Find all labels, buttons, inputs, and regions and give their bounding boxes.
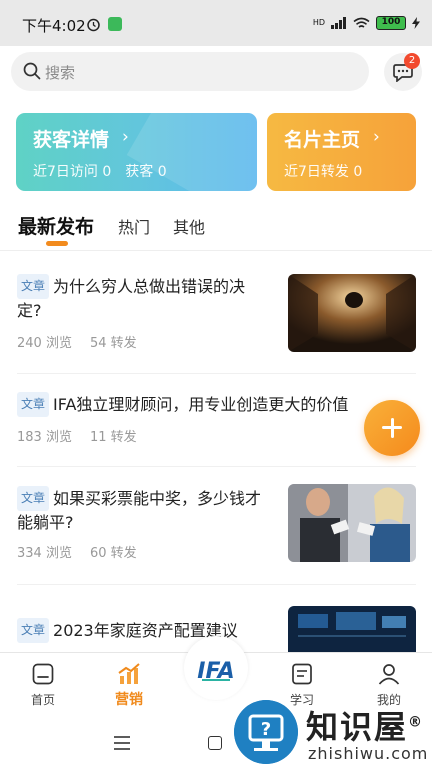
charging-icon [412, 17, 420, 29]
profile-card-title: 名片主页 [284, 129, 361, 151]
view-count: 334 浏览 [17, 546, 72, 561]
article-tag: 文章 [17, 486, 50, 511]
article-title-line: 如果买彩票能中奖，多少钱才 [53, 489, 262, 508]
home-square-icon[interactable] [208, 736, 222, 750]
profile-card-stats: 近7日转发 0 [284, 164, 363, 180]
leads-card-stats: 近7日访问 0 获客 0 [33, 164, 167, 180]
article-title-line: 定? [17, 301, 42, 320]
add-button[interactable] [364, 400, 420, 456]
article-title-line: 能躺平? [17, 513, 74, 532]
share-count: 11 转发 [89, 430, 137, 445]
search-input[interactable]: 搜索 [11, 52, 369, 91]
ifa-logo-icon: IFA [197, 659, 234, 684]
status-indicators: HD 100 [313, 16, 420, 30]
tab-indicator [46, 241, 68, 246]
article-title: 文章 IFA独立理财顾问，用专业创造更大的价值 [17, 392, 377, 417]
profile-home-card[interactable]: 名片主页 › 近7日转发 0 [267, 113, 416, 191]
chart-icon [118, 663, 140, 684]
watermark-name: 知识屋® [306, 702, 424, 748]
sim-icon [108, 17, 122, 31]
search-placeholder: 搜索 [45, 64, 76, 82]
status-bar: 下午4:02 HD 100 [0, 0, 432, 46]
share-count: 54 转发 [89, 336, 137, 351]
article-stats: 334 浏览 60 转发 [17, 542, 155, 561]
alarm-icon [87, 18, 100, 32]
article-title-line: IFA独立理财顾问，用专业创造更大的价值 [53, 395, 349, 414]
menu-icon[interactable] [114, 736, 130, 750]
watermark-name-text: 知识屋 [306, 708, 409, 746]
hd-label: HD [312, 18, 325, 27]
tab-hot[interactable]: 热门 [118, 214, 150, 238]
article-tag: 文章 [17, 274, 50, 299]
leads-detail-card[interactable]: 获客详情 › 近7日访问 0 获客 0 [16, 113, 257, 191]
signal-icon [331, 17, 346, 29]
article-title-line: 为什么穷人总做出错误的决 [53, 277, 246, 296]
list-item[interactable]: 文章 为什么穷人总做出错误的决 定? 240 浏览 54 转发 [0, 272, 432, 362]
user-icon [378, 664, 400, 685]
view-count: 240 浏览 [17, 336, 72, 351]
article-title: 文章 为什么穷人总做出错误的决 定? [17, 274, 279, 322]
wifi-icon [353, 17, 370, 28]
list-item[interactable]: 文章 如果买彩票能中奖，多少钱才能躺平? 334 浏览 60 转发 [0, 484, 432, 574]
nav-marketing[interactable]: 营销 [94, 653, 164, 717]
divider [17, 584, 416, 585]
chevron-right-icon: › [373, 127, 380, 147]
battery-indicator: 100 [376, 16, 406, 30]
chevron-right-icon: › [122, 127, 129, 147]
tab-latest[interactable]: 最新发布 [18, 212, 94, 239]
divider [17, 373, 416, 374]
svg-text:?: ? [261, 719, 271, 740]
nav-marketing-label: 营销 [115, 692, 143, 708]
article-tag: 文章 [17, 392, 50, 417]
view-count: 183 浏览 [17, 430, 72, 445]
article-stats: 183 浏览 11 转发 [17, 426, 155, 445]
message-badge: 2 [404, 53, 420, 69]
watermark-domain: zhishiwu.com [308, 744, 429, 763]
ifa-center-button[interactable]: IFA [184, 636, 248, 700]
plus-icon [390, 418, 394, 438]
content-tabs: 最新发布 热门 其他 [0, 210, 432, 250]
nav-home-label: 首页 [30, 693, 55, 707]
divider [0, 250, 432, 251]
book-icon [292, 663, 312, 685]
share-count: 60 转发 [89, 546, 137, 561]
divider [17, 466, 416, 467]
article-tag: 文章 [17, 618, 50, 643]
status-time: 下午4:02 [22, 17, 86, 35]
tab-other[interactable]: 其他 [173, 214, 205, 238]
article-thumbnail [288, 606, 416, 652]
home-icon [32, 663, 54, 685]
watermark-logo-icon: ? [234, 700, 298, 764]
article-title: 文章 如果买彩票能中奖，多少钱才能躺平? [17, 486, 279, 534]
nav-home[interactable]: 首页 [8, 653, 78, 717]
article-thumbnail [288, 484, 416, 562]
search-icon [23, 62, 41, 80]
article-stats: 240 浏览 54 转发 [17, 332, 155, 351]
watermark: ? 知识屋® zhishiwu.com [234, 700, 432, 768]
leads-card-title: 获客详情 [33, 129, 110, 151]
article-thumbnail [288, 274, 416, 352]
registered-mark: ® [408, 714, 425, 731]
